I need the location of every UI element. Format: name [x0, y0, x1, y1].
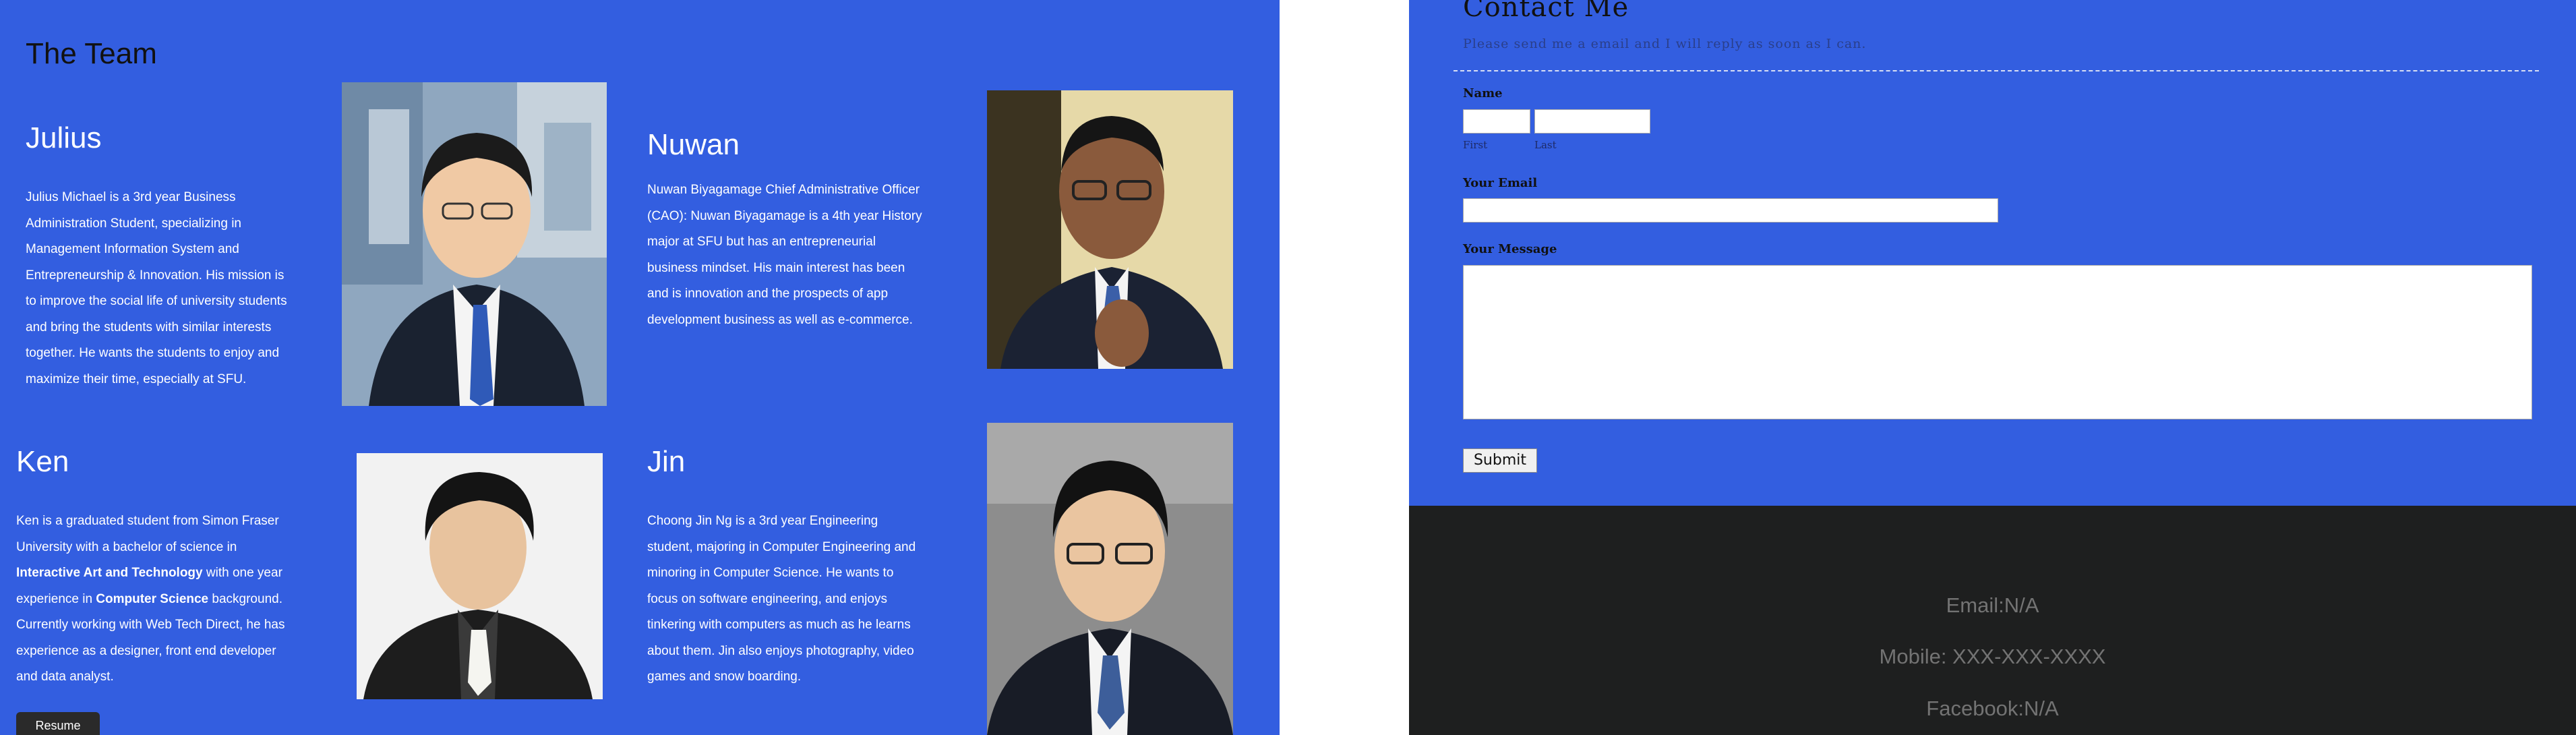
bio-line: about them. Jin also enjoys photography,… [647, 643, 914, 658]
bio-line: Administration Student, specializing in [26, 216, 242, 231]
bio-text: background. [208, 591, 282, 606]
member-name: Julius [26, 121, 102, 154]
bio-line: development business as well as e-commer… [647, 312, 913, 327]
divider [1454, 70, 2539, 71]
bio-line: Management Information System and [26, 242, 239, 256]
last-name-input[interactable] [1534, 109, 1650, 134]
bio-line: Julius Michael is a 3rd year Business [26, 190, 236, 204]
bio-line: and bring the students with similar inte… [26, 320, 272, 334]
member-bio: Choong Jin Ng is a 3rd year Engineering … [647, 508, 951, 690]
bio-line: games and snow boarding. [647, 670, 802, 684]
member-bio: Nuwan Biyagamage Chief Administrative Of… [647, 177, 951, 333]
bio-line: student, majoring in Computer Engineerin… [647, 539, 916, 554]
member-photo [342, 82, 607, 406]
member-bio: Ken is a graduated student from Simon Fr… [16, 508, 313, 690]
bio-line: and is innovation and the prospects of a… [647, 287, 889, 301]
team-section: The Team Julius Julius Michael is a 3rd … [0, 0, 1280, 735]
bio-line: business mindset. His main interest has … [647, 260, 905, 275]
last-name-hint: Last [1534, 139, 1557, 151]
bio-line: maximize their time, especially at SFU. [26, 372, 247, 386]
footer-facebook[interactable]: Facebook:N/A [1409, 697, 2576, 721]
team-heading: The Team [26, 37, 157, 70]
member-name: Nuwan [647, 128, 740, 161]
message-textarea[interactable] [1463, 265, 2532, 419]
bio-line: major at SFU but has an entrepreneurial [647, 235, 876, 249]
submit-button[interactable]: Submit [1463, 448, 1537, 473]
resume-button[interactable]: Resume [16, 712, 100, 735]
bio-text: experience in [16, 591, 96, 606]
bio-line: to improve the social life of university… [26, 294, 287, 308]
bio-highlight: Interactive Art and Technology [16, 566, 203, 580]
bio-line: Interactive Art and Technology with one … [16, 560, 313, 587]
bio-line: tinkering with computers as much as he l… [647, 618, 911, 632]
bio-text: with one year [202, 566, 282, 580]
bio-line: and data analyst. [16, 670, 114, 684]
bio-line: University with a bachelor of science in [16, 539, 237, 554]
email-label: Your Email [1463, 176, 1538, 190]
contact-title: Contact Me [1463, 0, 1629, 23]
bio-line: Nuwan Biyagamage Chief Administrative Of… [647, 183, 920, 197]
bio-line: Entrepreneurship & Innovation. His missi… [26, 268, 284, 283]
bio-line: experience in Computer Science backgroun… [16, 587, 313, 613]
member-name: Jin [647, 445, 686, 478]
bio-highlight: Computer Science [96, 591, 209, 606]
name-label: Name [1463, 86, 1503, 100]
footer-email: Email:N/A [1946, 593, 2039, 617]
member-bio: Julius Michael is a 3rd year Business Ad… [26, 185, 316, 392]
footer-mobile: Mobile: XXX-XXX-XXXX [1879, 645, 2106, 668]
first-name-input[interactable] [1463, 109, 1530, 134]
bio-line: focus on software engineering, and enjoy… [647, 591, 887, 606]
bio-line: (CAO): Nuwan Biyagamage is a 4th year Hi… [647, 208, 922, 223]
member-photo [357, 453, 603, 699]
bio-line: Choong Jin Ng is a 3rd year Engineering [647, 514, 878, 528]
bio-line: minoring in Computer Science. He wants t… [647, 566, 894, 580]
footer: Email:N/A Mobile: XXX-XXX-XXXX Facebook:… [1409, 506, 2576, 735]
bio-line: Ken is a graduated student from Simon Fr… [16, 514, 279, 528]
contact-section: Contact Me Please send me a email and I … [1409, 0, 2576, 506]
member-photo [987, 423, 1233, 735]
bio-line: together. He wants the students to enjoy… [26, 346, 280, 360]
first-name-hint: First [1463, 139, 1488, 151]
contact-subtitle: Please send me a email and I will reply … [1463, 36, 1867, 51]
bio-line: Currently working with Web Tech Direct, … [16, 618, 285, 632]
email-field[interactable] [1463, 198, 1998, 223]
message-label: Your Message [1463, 242, 1557, 256]
bio-line: experience as a designer, front end deve… [16, 643, 276, 658]
member-name: Ken [16, 445, 69, 478]
member-photo [987, 90, 1233, 369]
